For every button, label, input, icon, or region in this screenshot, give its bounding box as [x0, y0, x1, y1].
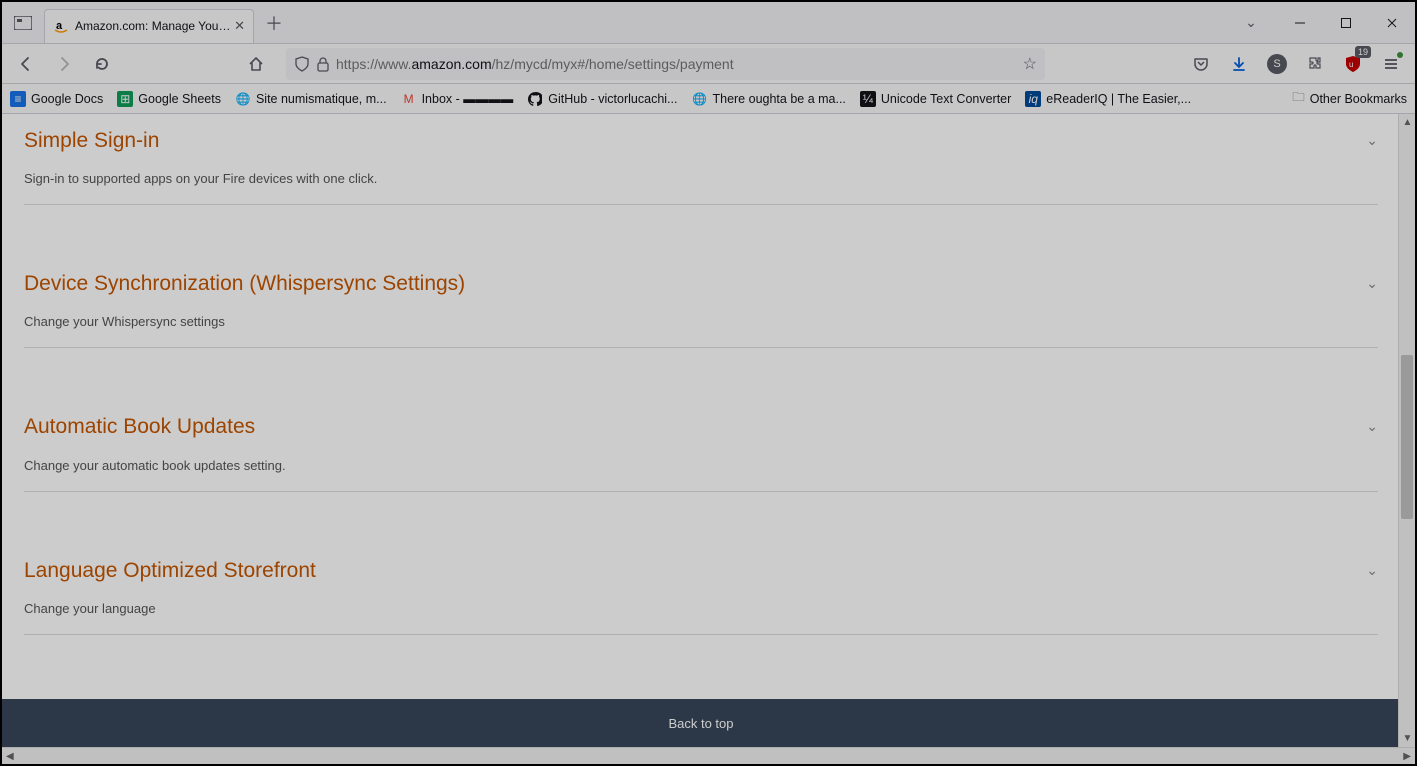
bookmark-label: There oughta be a ma...	[712, 92, 845, 106]
globe-icon: 🌐	[235, 91, 251, 107]
section-title: Automatic Book Updates	[24, 414, 255, 439]
vertical-scrollbar[interactable]: ▲ ▼	[1398, 114, 1415, 747]
scroll-up-button[interactable]: ▲	[1399, 114, 1415, 131]
url-prefix: https://www.	[336, 56, 411, 72]
window-minimize-button[interactable]	[1277, 7, 1323, 39]
folder-icon: 🗀	[1292, 88, 1305, 109]
chevron-down-icon: ⌄	[1366, 418, 1378, 435]
bookmark-label: Google Sheets	[138, 92, 221, 106]
forward-button[interactable]	[48, 48, 80, 80]
section-language-storefront: Language Optimized Storefront ⌄ Change y…	[24, 546, 1378, 635]
new-tab-button[interactable]: ＋	[260, 9, 288, 37]
section-book-updates: Automatic Book Updates ⌄ Change your aut…	[24, 402, 1378, 491]
page-viewport: Simple Sign-in ⌄ Sign-in to supported ap…	[2, 114, 1415, 747]
tracking-protection-icon[interactable]	[294, 56, 310, 72]
url-path: /hz/mycd/myx#/home/settings/payment	[492, 56, 734, 72]
section-header[interactable]: Simple Sign-in ⌄	[24, 128, 1378, 153]
section-simple-signin: Simple Sign-in ⌄ Sign-in to supported ap…	[24, 116, 1378, 205]
bookmark-github[interactable]: GitHub - victorlucachi...	[527, 91, 677, 107]
browser-tab-active[interactable]: a Amazon.com: Manage Your Co ✕	[44, 9, 254, 43]
horizontal-scrollbar[interactable]: ◀ ▶	[2, 747, 1415, 764]
svg-text:u: u	[1349, 60, 1353, 69]
bookmark-label: GitHub - victorlucachi...	[548, 92, 677, 106]
section-description: Sign-in to supported apps on your Fire d…	[24, 171, 1378, 186]
scroll-right-button[interactable]: ▶	[1403, 751, 1411, 762]
tab-close-button[interactable]: ✕	[234, 18, 245, 34]
sheets-icon: ⊞	[117, 91, 133, 107]
window-maximize-button[interactable]	[1323, 7, 1369, 39]
section-description: Change your Whispersync settings	[24, 314, 1378, 329]
home-button[interactable]	[240, 48, 272, 80]
pocket-button[interactable]	[1185, 48, 1217, 80]
chevron-down-icon: ⌄	[1366, 275, 1378, 292]
scroll-down-button[interactable]: ▼	[1399, 730, 1415, 747]
unicode-icon: ¼	[860, 91, 876, 107]
bookmark-label: eReaderIQ | The Easier,...	[1046, 92, 1191, 106]
github-icon	[527, 91, 543, 107]
gmail-icon: M	[401, 91, 417, 107]
scroll-left-button[interactable]: ◀	[6, 751, 14, 762]
app-menu-button[interactable]	[1375, 48, 1407, 80]
other-bookmarks-button[interactable]: 🗀 Other Bookmarks	[1292, 88, 1407, 109]
window-close-button[interactable]	[1369, 7, 1415, 39]
section-header[interactable]: Device Synchronization (Whispersync Sett…	[24, 271, 1378, 296]
section-title: Simple Sign-in	[24, 128, 159, 153]
navbar: https://www.amazon.com/hz/mycd/myx#/home…	[2, 44, 1415, 84]
account-button[interactable]: S	[1261, 48, 1293, 80]
url-text: https://www.amazon.com/hz/mycd/myx#/home…	[336, 56, 1017, 72]
bookmark-star-button[interactable]: ☆	[1023, 54, 1037, 74]
back-to-top-button[interactable]: Back to top	[2, 699, 1400, 747]
bookmark-label: Site numismatique, m...	[256, 92, 387, 106]
bookmark-label: Unicode Text Converter	[881, 92, 1011, 106]
url-bar[interactable]: https://www.amazon.com/hz/mycd/myx#/home…	[286, 48, 1045, 80]
globe-icon: 🌐	[691, 91, 707, 107]
menu-notification-dot	[1397, 52, 1403, 58]
back-button[interactable]	[10, 48, 42, 80]
bookmark-google-docs[interactable]: ≡ Google Docs	[10, 91, 103, 107]
svg-text:a: a	[56, 20, 63, 32]
url-host: amazon.com	[411, 56, 491, 72]
list-all-tabs-button[interactable]: ⌄	[1237, 14, 1265, 31]
chevron-down-icon: ⌄	[1366, 562, 1378, 579]
section-header[interactable]: Automatic Book Updates ⌄	[24, 414, 1378, 439]
bookmark-label: Google Docs	[31, 92, 103, 106]
scroll-thumb[interactable]	[1401, 355, 1413, 520]
tab-title: Amazon.com: Manage Your Co	[75, 19, 234, 33]
bookmark-ereaderiq[interactable]: iq eReaderIQ | The Easier,...	[1025, 91, 1191, 107]
bookmark-google-sheets[interactable]: ⊞ Google Sheets	[117, 91, 221, 107]
section-title: Device Synchronization (Whispersync Sett…	[24, 271, 465, 296]
section-header[interactable]: Language Optimized Storefront ⌄	[24, 558, 1378, 583]
lock-icon[interactable]	[316, 56, 330, 72]
section-whispersync: Device Synchronization (Whispersync Sett…	[24, 259, 1378, 348]
recent-browsing-button[interactable]	[7, 7, 39, 39]
titlebar: a Amazon.com: Manage Your Co ✕ ＋ ⌄	[2, 2, 1415, 44]
back-to-top-label: Back to top	[668, 716, 733, 731]
reload-button[interactable]	[86, 48, 118, 80]
downloads-button[interactable]	[1223, 48, 1255, 80]
avatar-initial: S	[1267, 54, 1287, 74]
bookmark-unicode-converter[interactable]: ¼ Unicode Text Converter	[860, 91, 1011, 107]
bookmark-site-numismatique[interactable]: 🌐 Site numismatique, m...	[235, 91, 387, 107]
bookmark-there-oughta[interactable]: 🌐 There oughta be a ma...	[691, 91, 845, 107]
extensions-button[interactable]	[1299, 48, 1331, 80]
bookmarks-bar: ≡ Google Docs ⊞ Google Sheets 🌐 Site numism…	[2, 84, 1415, 114]
other-bookmarks-label: Other Bookmarks	[1310, 92, 1407, 106]
adblock-badge: 19	[1355, 46, 1371, 58]
amazon-settings-page: Simple Sign-in ⌄ Sign-in to supported ap…	[2, 114, 1400, 747]
section-description: Change your language	[24, 601, 1378, 616]
bookmark-label: Inbox - ▬▬▬▬	[422, 92, 514, 106]
section-title: Language Optimized Storefront	[24, 558, 316, 583]
amazon-favicon: a	[53, 18, 69, 34]
chevron-down-icon: ⌄	[1366, 132, 1378, 149]
ereaderiq-icon: iq	[1025, 91, 1041, 107]
bookmark-gmail-inbox[interactable]: M Inbox - ▬▬▬▬	[401, 91, 514, 107]
section-description: Change your automatic book updates setti…	[24, 458, 1378, 473]
adblock-button[interactable]: u 19	[1337, 48, 1369, 80]
docs-icon: ≡	[10, 91, 26, 107]
